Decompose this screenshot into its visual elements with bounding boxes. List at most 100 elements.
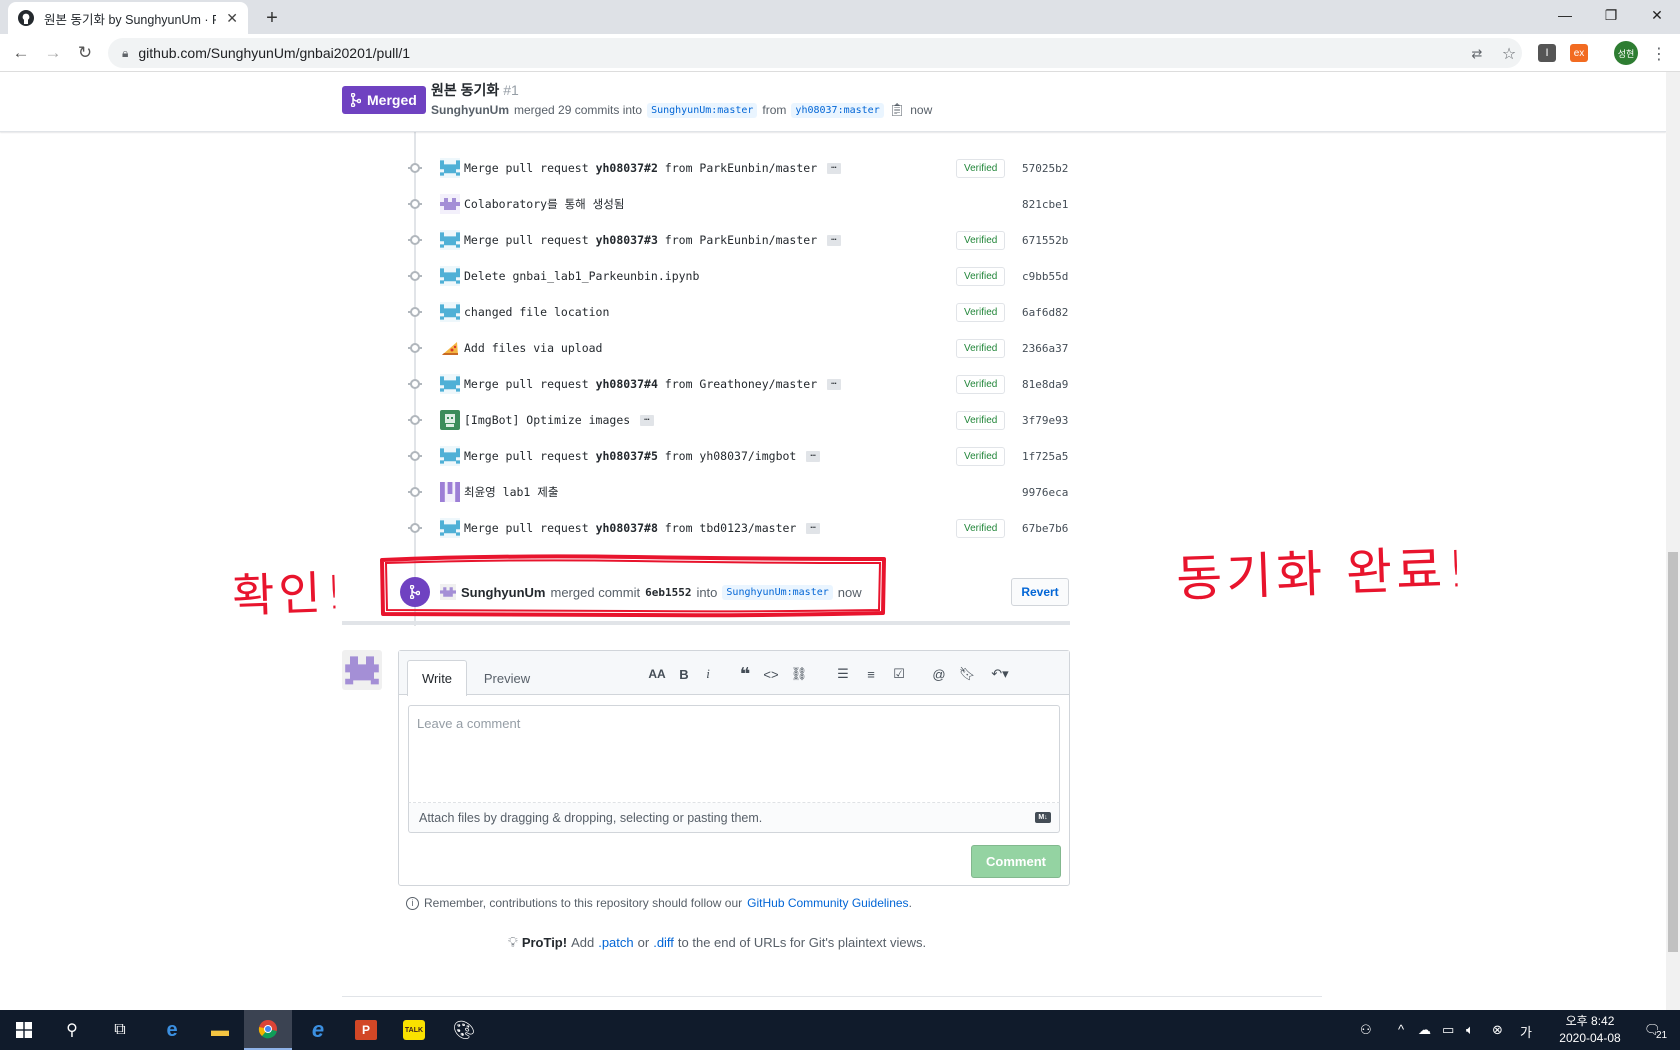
- pr-reference-link[interactable]: yh08037#8: [596, 521, 658, 535]
- link-icon[interactable]: ⛓︎: [789, 665, 809, 683]
- commit-message[interactable]: Merge pull request yh08037#5 from yh0803…: [464, 449, 820, 463]
- onedrive-icon[interactable]: ☁: [1418, 1022, 1431, 1038]
- base-branch-label[interactable]: SunghyunUm:master: [647, 102, 758, 118]
- expand-message-button[interactable]: …: [827, 378, 841, 390]
- profile-avatar[interactable]: 성현: [1614, 41, 1638, 65]
- head-branch-label[interactable]: yh08037:master: [791, 102, 884, 118]
- app-tray-icon[interactable]: ⊗: [1492, 1022, 1503, 1038]
- quote-icon[interactable]: ❝: [735, 664, 755, 684]
- bookmark-star-icon[interactable]: ☆: [1498, 43, 1520, 65]
- commit-author-avatar[interactable]: [440, 374, 460, 394]
- protip-diff-link[interactable]: .diff: [653, 935, 674, 950]
- commit-message[interactable]: Delete gnbai_lab1_Parkeunbin.ipynb: [464, 269, 699, 283]
- forward-button[interactable]: →: [40, 40, 66, 66]
- numbered-list-icon[interactable]: ≡: [861, 665, 881, 683]
- commit-author-avatar[interactable]: [440, 194, 460, 214]
- commit-sha-link[interactable]: 57025b2: [1022, 162, 1068, 175]
- ime-icon[interactable]: 가: [1520, 1022, 1532, 1041]
- pr-author-link[interactable]: SunghyunUm: [431, 103, 509, 117]
- bulleted-list-icon[interactable]: ☰: [833, 665, 853, 683]
- commit-author-avatar[interactable]: [440, 482, 460, 502]
- reload-button[interactable]: ↻: [72, 40, 98, 66]
- pr-reference-link[interactable]: yh08037#2: [596, 161, 658, 175]
- verified-badge[interactable]: Verified: [956, 302, 1006, 322]
- powerpoint-icon[interactable]: P: [342, 1010, 390, 1050]
- windows-start-icon[interactable]: [0, 1010, 48, 1050]
- expand-message-button[interactable]: …: [827, 162, 841, 174]
- paint-icon[interactable]: 🎨︎: [440, 1010, 488, 1050]
- markdown-icon[interactable]: M↓: [1035, 812, 1051, 823]
- verified-badge[interactable]: Verified: [956, 518, 1006, 538]
- back-button[interactable]: ←: [8, 40, 34, 66]
- verified-badge[interactable]: Verified: [956, 338, 1006, 358]
- copy-clipboard-icon[interactable]: 📋︎: [889, 102, 906, 118]
- commit-message[interactable]: [ImgBot] Optimize images…: [464, 413, 654, 427]
- pr-reference-link[interactable]: yh08037#3: [596, 233, 658, 247]
- commit-message[interactable]: Merge pull request yh08037#4 from Greath…: [464, 377, 841, 391]
- commit-author-avatar[interactable]: [440, 410, 460, 430]
- commit-author-avatar[interactable]: [440, 446, 460, 466]
- commit-sha-link[interactable]: c9bb55d: [1022, 270, 1068, 283]
- commit-sha-link[interactable]: 1f725a5: [1022, 450, 1068, 463]
- guidelines-link[interactable]: GitHub Community Guidelines: [747, 896, 908, 910]
- commit-sha-link[interactable]: 2366a37: [1022, 342, 1068, 355]
- commit-sha-link[interactable]: 67be7b6: [1022, 522, 1068, 535]
- commit-message[interactable]: changed file location: [464, 305, 609, 319]
- restore-button[interactable]: ❐: [1588, 0, 1634, 30]
- scrollbar-thumb[interactable]: [1668, 552, 1678, 952]
- extension-i-icon[interactable]: I: [1538, 44, 1556, 62]
- menu-kebab-icon[interactable]: ⋮: [1648, 43, 1670, 65]
- comment-textarea[interactable]: [408, 705, 1060, 803]
- commit-author-avatar[interactable]: [440, 338, 460, 358]
- attach-files-bar[interactable]: Attach files by dragging & dropping, sel…: [408, 803, 1060, 833]
- commit-message[interactable]: Merge pull request yh08037#3 from ParkEu…: [464, 233, 841, 247]
- task-list-icon[interactable]: ☑: [889, 665, 909, 683]
- chrome-taskbar-icon[interactable]: [244, 1010, 292, 1050]
- commit-sha-link[interactable]: 821cbe1: [1022, 198, 1068, 211]
- taskbar-clock[interactable]: 오후 8:42 2020-04-08: [1540, 1013, 1640, 1047]
- expand-message-button[interactable]: …: [640, 414, 654, 426]
- mention-icon[interactable]: @: [929, 665, 949, 683]
- commit-author-avatar[interactable]: [440, 230, 460, 250]
- commit-sha-link[interactable]: 9976eca: [1022, 486, 1068, 499]
- volume-icon[interactable]: 🔈︎: [1466, 1022, 1474, 1038]
- commit-author-avatar[interactable]: [440, 302, 460, 322]
- page-scrollbar[interactable]: [1666, 72, 1680, 1010]
- verified-badge[interactable]: Verified: [956, 374, 1006, 394]
- new-tab-button[interactable]: +: [258, 4, 286, 32]
- commit-sha-link[interactable]: 3f79e93: [1022, 414, 1068, 427]
- minimize-button[interactable]: —: [1542, 0, 1588, 30]
- commit-sha-link[interactable]: 6af6d82: [1022, 306, 1068, 319]
- expand-message-button[interactable]: …: [827, 234, 841, 246]
- commit-author-avatar[interactable]: [440, 158, 460, 178]
- close-tab-icon[interactable]: ✕: [226, 10, 238, 27]
- network-icon[interactable]: ▭: [1442, 1022, 1454, 1038]
- code-icon[interactable]: <>: [761, 665, 781, 683]
- edge-icon[interactable]: e: [148, 1010, 196, 1050]
- verified-badge[interactable]: Verified: [956, 446, 1006, 466]
- tab-preview[interactable]: Preview: [475, 660, 539, 696]
- kakaotalk-icon[interactable]: TALK: [390, 1010, 438, 1050]
- tray-expand-icon[interactable]: ^: [1398, 1022, 1404, 1037]
- reply-dropdown-icon[interactable]: ↶▾: [985, 665, 1015, 683]
- saved-reply-bookmark-icon[interactable]: 🔖︎: [957, 665, 977, 683]
- search-icon[interactable]: ⚲: [48, 1010, 96, 1050]
- extension-orange-icon[interactable]: ex: [1570, 44, 1588, 62]
- close-window-button[interactable]: ✕: [1634, 0, 1680, 30]
- commit-message[interactable]: 최윤영 lab1 제출: [464, 484, 558, 500]
- tab-write[interactable]: Write: [407, 660, 467, 696]
- browser-tab[interactable]: 원본 동기화 by SunghyunUm · P ✕: [8, 2, 248, 34]
- verified-badge[interactable]: Verified: [956, 410, 1006, 430]
- internet-explorer-icon[interactable]: e: [294, 1010, 342, 1050]
- commit-author-avatar[interactable]: [440, 518, 460, 538]
- revert-button[interactable]: Revert: [1011, 578, 1069, 606]
- pr-reference-link[interactable]: yh08037#4: [596, 377, 658, 391]
- verified-badge[interactable]: Verified: [956, 266, 1006, 286]
- verified-badge[interactable]: Verified: [956, 158, 1006, 178]
- address-bar[interactable]: 🔒︎ github.com/SunghyunUm/gnbai20201/pull…: [108, 38, 1522, 68]
- bold-icon[interactable]: B: [674, 665, 694, 683]
- task-view-icon[interactable]: ⧉: [96, 1010, 144, 1050]
- pr-reference-link[interactable]: yh08037#5: [596, 449, 658, 463]
- commit-sha-link[interactable]: 671552b: [1022, 234, 1068, 247]
- people-icon[interactable]: ⚇: [1360, 1022, 1372, 1038]
